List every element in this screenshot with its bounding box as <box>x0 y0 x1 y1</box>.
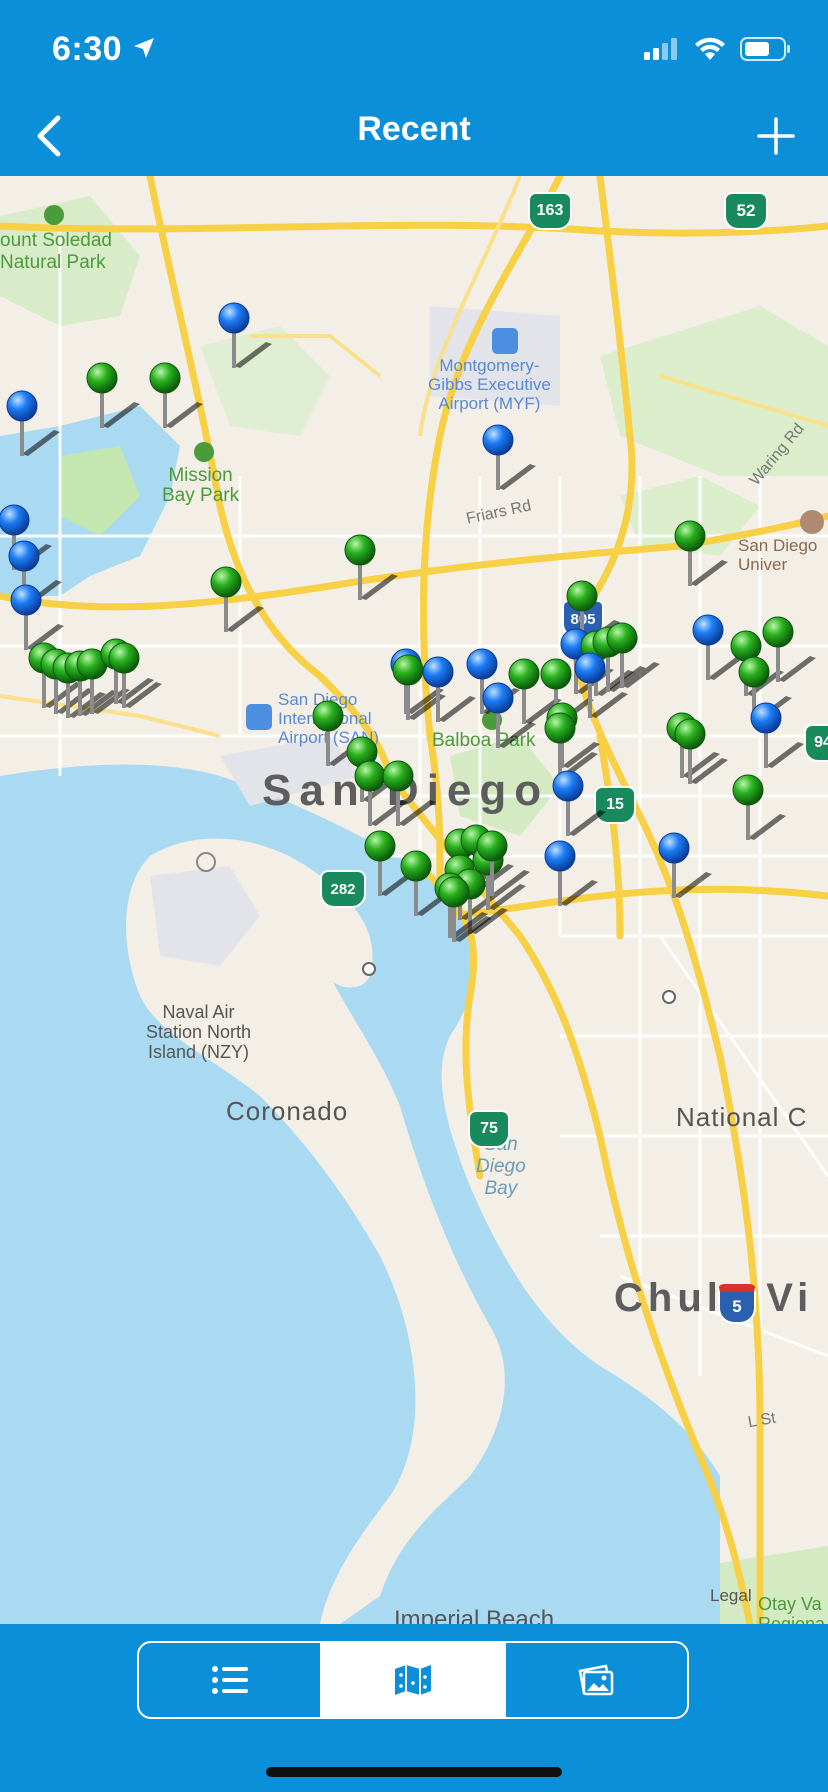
location-arrow-icon <box>134 38 154 58</box>
pin-head <box>476 830 508 862</box>
green-map-pin[interactable] <box>762 616 816 682</box>
pin-head <box>382 760 414 792</box>
green-map-pin[interactable] <box>210 566 264 632</box>
green-map-pin[interactable] <box>732 774 786 840</box>
pin-shadow <box>560 880 598 906</box>
plus-icon <box>757 117 795 155</box>
map-view[interactable]: ount Soledad Natural Park Montgomery- Gibb… <box>0 176 828 1624</box>
blue-map-pin[interactable] <box>218 302 272 368</box>
pin-head <box>364 830 396 862</box>
pin-head <box>482 682 514 714</box>
pin-head <box>149 362 181 394</box>
wifi-icon <box>695 37 725 60</box>
green-map-pin[interactable] <box>149 362 203 428</box>
pin-shadow <box>22 430 60 456</box>
pin-head <box>692 614 724 646</box>
pin-head <box>674 718 706 750</box>
pin-shadow <box>690 560 728 586</box>
home-indicator <box>266 1767 562 1777</box>
pin-head <box>108 642 140 674</box>
pin-shadow <box>102 402 140 428</box>
add-button[interactable] <box>746 106 806 166</box>
cellular-signal-icon <box>644 38 677 60</box>
pin-head <box>8 540 40 572</box>
pin-shadow <box>748 814 786 840</box>
pin-head <box>6 390 38 422</box>
green-map-pin[interactable] <box>674 520 728 586</box>
pin-head <box>738 656 770 688</box>
pin-head <box>438 876 470 908</box>
pin-shadow <box>165 402 203 428</box>
pin-head <box>552 770 584 802</box>
blue-map-pin[interactable] <box>658 832 712 898</box>
green-map-pin[interactable] <box>382 760 436 826</box>
pin-shadow <box>226 606 264 632</box>
pin-head <box>354 760 386 792</box>
list-icon <box>211 1666 248 1694</box>
pin-head <box>566 580 598 612</box>
status-bar: 6:30 <box>0 0 828 100</box>
pin-head <box>210 566 242 598</box>
blue-map-pin[interactable] <box>544 840 598 906</box>
pin-shadow <box>674 872 712 898</box>
blue-map-pin[interactable] <box>552 770 606 836</box>
page-title: Recent <box>357 110 471 148</box>
green-map-pin[interactable] <box>86 362 140 428</box>
pin-shadow <box>438 696 476 722</box>
pin-head <box>86 362 118 394</box>
blue-map-pin[interactable] <box>10 584 64 650</box>
blue-map-pin[interactable] <box>482 424 536 490</box>
pin-shadow <box>778 656 816 682</box>
pin-head <box>0 504 30 536</box>
status-time: 6:30 <box>52 30 123 68</box>
pin-head <box>218 302 250 334</box>
map-view-tab[interactable] <box>320 1643 504 1717</box>
pin-head <box>540 658 572 690</box>
battery-icon <box>740 37 790 61</box>
pin-head <box>730 630 762 662</box>
pin-head <box>544 840 576 872</box>
pin-head <box>312 700 344 732</box>
photos-view-tab[interactable] <box>503 1643 687 1717</box>
pin-shadow <box>360 574 398 600</box>
pin-head <box>574 652 606 684</box>
green-map-pin[interactable] <box>344 534 398 600</box>
pin-shadow <box>498 722 536 748</box>
pin-head <box>422 656 454 688</box>
pin-head <box>658 832 690 864</box>
pin-head <box>762 616 794 648</box>
pin-head <box>732 774 764 806</box>
pins-layer <box>0 302 816 942</box>
pin-shadow <box>766 742 804 768</box>
blue-map-pin[interactable] <box>750 702 804 768</box>
pin-shadow <box>498 464 536 490</box>
pin-head <box>344 534 376 566</box>
blue-map-pin[interactable] <box>482 682 536 748</box>
status-icons <box>644 36 792 62</box>
pin-shadow <box>44 682 82 708</box>
pin-head <box>606 622 638 654</box>
bottom-bar <box>0 1624 828 1792</box>
pin-head <box>482 424 514 456</box>
pin-head <box>750 702 782 734</box>
view-mode-segmented-control <box>137 1641 689 1719</box>
photos-icon <box>578 1664 614 1696</box>
navigation-bar: Recent <box>0 100 828 176</box>
pin-head <box>674 520 706 552</box>
pin-shadow <box>234 342 272 368</box>
pin-head <box>508 658 540 690</box>
list-view-tab[interactable] <box>139 1643 320 1717</box>
blue-map-pin[interactable] <box>6 390 60 456</box>
pin-head <box>400 850 432 882</box>
pin-shadow <box>568 810 606 836</box>
map-icon <box>394 1665 431 1695</box>
pin-head <box>392 654 424 686</box>
pin-head <box>10 584 42 616</box>
pin-head <box>466 648 498 680</box>
pin-head <box>544 712 576 744</box>
